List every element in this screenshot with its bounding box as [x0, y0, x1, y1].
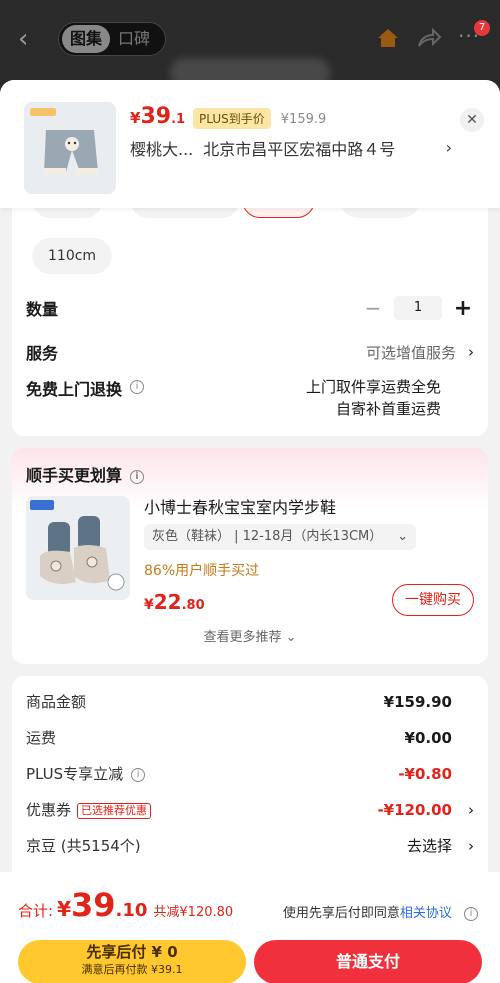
coupon-row[interactable]: 优惠券 已选推荐优惠 -¥120.00 ›: [26, 798, 474, 822]
free-return-row: 免费上门退换 i 上门取件享运费全免 自寄补首重运费: [26, 376, 474, 420]
options-card: 73cm 80cm(款式) 90cm 100cm 110cm 数量 − 1 + …: [12, 188, 488, 436]
service-row[interactable]: 服务 可选增值服务 ›: [26, 340, 474, 364]
more-recommend-text[interactable]: 查看更多推荐: [203, 630, 281, 645]
free-return-line1: 上门取件享运费全免: [305, 378, 441, 396]
total-currency: ¥: [57, 897, 71, 921]
recommend-percent: 86%用户顺手买过: [144, 563, 260, 579]
coupon-label: 优惠券: [26, 801, 72, 819]
free-return-line2: 自寄补首重运费: [335, 400, 441, 418]
product-address-row[interactable]: 樱桃大... 北京市昌平区宏福中路４号: [130, 136, 460, 160]
jingdou-select[interactable]: 去选择: [407, 834, 452, 858]
agreement-notice: 使用先享后付即同意相关协议 i: [283, 902, 478, 921]
product-price: ¥ 39 .1 PLUS到手价 ¥159.9: [130, 104, 326, 129]
coupon-value[interactable]: -¥120.00: [377, 798, 452, 822]
message-badge: 7: [474, 20, 490, 36]
recommend-spec-text: 灰色（鞋袜） | 12-18月（内长13CM）: [152, 529, 383, 544]
chevron-right-icon: ›: [468, 801, 474, 819]
shipping-row: 运费 ¥0.00: [26, 726, 474, 750]
shipping-label: 运费: [26, 729, 57, 747]
total-integer: 39: [70, 886, 116, 924]
total-label: 合计:: [18, 902, 54, 920]
info-icon[interactable]: i: [464, 906, 478, 921]
close-icon[interactable]: ✕: [460, 108, 484, 132]
agreement-link[interactable]: 相关协议: [400, 906, 452, 921]
agreement-text: 使用先享后付即同意: [282, 906, 400, 921]
price-decimal: .80: [181, 598, 205, 613]
service-label: 服务: [26, 344, 59, 363]
goods-amount-value: ¥159.90: [383, 693, 452, 711]
plus-discount-value: -¥0.80: [398, 765, 452, 783]
service-value[interactable]: 可选增值服务: [366, 342, 456, 363]
free-return-label: 免费上门退换: [26, 380, 123, 399]
quantity-row: 数量 − 1 +: [26, 296, 474, 321]
price-decimal: .1: [171, 112, 186, 127]
chevron-right-icon: ›: [468, 343, 474, 361]
shipping-value: ¥0.00: [404, 729, 452, 747]
price-currency: ¥: [144, 597, 154, 613]
minus-icon[interactable]: −: [362, 296, 384, 320]
plus-icon[interactable]: +: [452, 296, 474, 321]
quantity-stepper[interactable]: − 1 +: [362, 296, 474, 321]
chevron-right-icon[interactable]: ›: [446, 138, 452, 157]
jingdou-label: 京豆 (共5154个): [26, 837, 141, 855]
product-image: [24, 102, 116, 194]
checkout-sheet: 73cm 80cm(款式) 90cm 100cm 110cm 数量 − 1 + …: [0, 80, 500, 983]
recommend-spec-selector[interactable]: 灰色（鞋袜） | 12-18月（内长13CM） ⌄: [144, 524, 416, 550]
goods-amount-label: 商品金额: [26, 693, 87, 711]
jingdou-row[interactable]: 京豆 (共5154个) 去选择 ›: [26, 834, 474, 858]
recommend-product-name[interactable]: 小博士春秋宝宝室内学步鞋: [144, 494, 336, 518]
normal-pay-button[interactable]: 普通支付: [254, 940, 482, 983]
quantity-value[interactable]: 1: [394, 296, 442, 320]
goods-amount-row: 商品金额 ¥159.90: [26, 690, 474, 714]
more-recommend-link[interactable]: 查看更多推荐 ⌄: [12, 626, 488, 645]
plus-discount-label: PLUS专享立减: [26, 765, 124, 783]
delivery-address[interactable]: 北京市昌平区宏福中路４号: [203, 136, 395, 160]
back-arrow-icon[interactable]: ‹: [18, 24, 44, 54]
original-price: ¥159.9: [280, 112, 327, 127]
pay-later-subtitle: 满意后再付款 ¥39.1: [81, 963, 183, 976]
bottom-action-bar: 合计: ¥ 39 .10 共减¥120.80 使用先享后付即同意相关协议 i 先…: [0, 872, 500, 983]
plus-price-tag: PLUS到手价: [193, 108, 271, 129]
total-reduction: 共减¥120.80: [153, 905, 234, 920]
recommend-card: 顺手买更划算 i 小博士春秋宝宝室内学步鞋 灰色（鞋袜） | 12-18月（内长1…: [12, 448, 488, 664]
pay-later-title: 先享后付 ¥ 0: [86, 943, 178, 961]
tab-gallery[interactable]: 图集: [62, 25, 111, 53]
gallery-tab-switch[interactable]: 图集 口碑: [58, 22, 166, 56]
quantity-label: 数量: [26, 300, 59, 319]
chevron-down-icon: ⌄: [397, 529, 408, 544]
coupon-tag: 已选推荐优惠: [77, 802, 152, 819]
recommend-price: ¥ 22 .80: [144, 590, 205, 614]
chevron-right-icon: ›: [468, 837, 474, 855]
chevron-down-icon: ⌄: [285, 630, 297, 645]
free-return-desc: 上门取件享运费全免 自寄补首重运费: [306, 376, 441, 420]
price-currency: ¥: [130, 109, 141, 127]
price-detail-card: 商品金额 ¥159.90 运费 ¥0.00 PLUS专享立减 i -¥0.80 优…: [12, 676, 488, 886]
plus-discount-row: PLUS专享立减 i -¥0.80: [26, 762, 474, 786]
price-integer: 39: [140, 104, 172, 129]
recommend-title: 顺手买更划算 i: [26, 462, 145, 486]
product-header: ¥ 39 .1 PLUS到手价 ¥159.9 樱桃大... 北京市昌平区宏福中路…: [0, 80, 500, 208]
share-icon[interactable]: [416, 26, 442, 50]
info-icon[interactable]: i: [131, 767, 146, 782]
total-decimal: .10: [115, 900, 148, 921]
pay-later-button[interactable]: 先享后付 ¥ 0 满意后再付款 ¥39.1: [18, 940, 246, 983]
recommend-title-text: 顺手买更划算: [26, 466, 123, 485]
info-icon[interactable]: i: [130, 380, 145, 394]
home-icon[interactable]: [376, 26, 400, 50]
product-name: 樱桃大...: [130, 140, 194, 159]
recommend-product-image[interactable]: [26, 496, 130, 600]
info-icon[interactable]: i: [130, 469, 145, 484]
tab-reviews[interactable]: 口碑: [110, 25, 158, 53]
size-chip[interactable]: 110cm: [32, 238, 113, 274]
order-total: 合计: ¥ 39 .10 共减¥120.80: [18, 886, 233, 924]
one-click-buy-button[interactable]: 一键购买: [392, 584, 474, 616]
price-integer: 22: [153, 590, 182, 614]
